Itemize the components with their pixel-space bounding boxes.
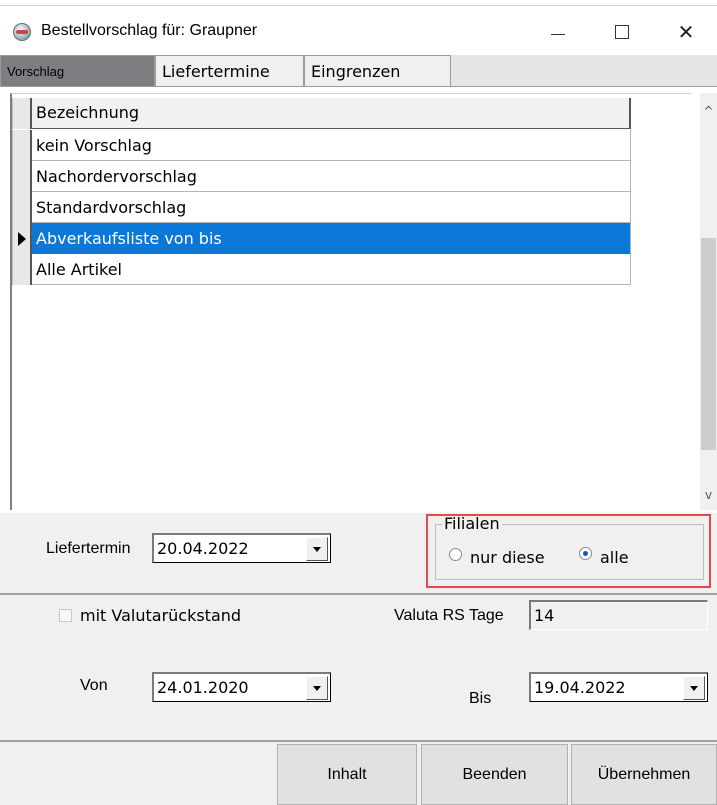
beenden-button[interactable]: Beenden xyxy=(421,744,568,805)
valuta-rs-tage-label: Valuta RS Tage xyxy=(394,607,504,624)
liefertermin-label: Liefertermin xyxy=(46,540,131,557)
uebernehmen-button[interactable]: Übernehmen xyxy=(571,744,717,805)
inhalt-button[interactable]: Inhalt xyxy=(277,744,417,805)
bis-label: Bis xyxy=(469,690,492,707)
valuta-checkbox-label[interactable]: mit Valutarückstand xyxy=(80,606,241,625)
top-edge xyxy=(0,0,717,6)
bis-value: 19.04.2022 xyxy=(534,678,626,697)
grid-cell[interactable]: Abverkaufsliste von bis xyxy=(32,222,631,254)
von-combo[interactable]: 24.01.2020 xyxy=(152,672,331,702)
window-title: Bestellvorschlag für: Graupner xyxy=(41,22,258,39)
dropdown-arrow-icon[interactable] xyxy=(306,675,328,700)
chevron-up-icon: ^ xyxy=(703,104,714,118)
annotation-highlight-box xyxy=(426,514,711,588)
bis-combo[interactable]: 19.04.2022 xyxy=(529,672,708,702)
scroll-down-button[interactable]: v xyxy=(700,485,717,505)
maximize-button[interactable] xyxy=(599,14,645,50)
row-indicator[interactable] xyxy=(12,253,32,285)
close-icon: ✕ xyxy=(677,20,695,44)
valuta-checkbox[interactable] xyxy=(59,609,72,622)
row-indicator xyxy=(12,97,32,129)
dropdown-arrow-icon[interactable] xyxy=(683,675,705,700)
grid-cell[interactable]: Standardvorschlag xyxy=(32,191,631,223)
minimize-icon xyxy=(551,33,565,35)
row-indicator[interactable] xyxy=(12,222,32,254)
tab-label: Eingrenzen xyxy=(311,61,401,81)
dropdown-arrow-icon[interactable] xyxy=(306,536,328,561)
close-button[interactable]: ✕ xyxy=(663,14,709,50)
grid-row[interactable]: Alle Artikel xyxy=(12,253,631,285)
liefertermin-value: 20.04.2022 xyxy=(157,539,249,558)
grid-cell[interactable]: Alle Artikel xyxy=(32,253,631,285)
tab-label: Vorschlag xyxy=(7,63,65,79)
row-indicator[interactable] xyxy=(12,129,32,161)
tab-vorschlag[interactable]: Vorschlag xyxy=(0,55,155,87)
minimize-button[interactable] xyxy=(535,14,581,50)
chevron-down-icon: v xyxy=(704,488,713,502)
row-indicator[interactable] xyxy=(12,160,32,192)
tab-liefertermine[interactable]: Liefertermine xyxy=(155,55,304,87)
app-icon xyxy=(13,23,31,41)
column-header-bezeichnung[interactable]: Bezeichnung xyxy=(32,97,631,129)
vertical-scrollbar[interactable]: ^ v xyxy=(700,93,717,510)
grid-row[interactable]: kein Vorschlag xyxy=(12,129,631,161)
grid-row-selected[interactable]: Abverkaufsliste von bis xyxy=(12,222,631,254)
liefertermin-combo[interactable]: 20.04.2022 xyxy=(152,533,331,563)
grid-row[interactable]: Nachordervorschlag xyxy=(12,160,631,192)
row-indicator[interactable] xyxy=(12,191,32,223)
tab-strip: Vorschlag Liefertermine Eingrenzen xyxy=(0,55,717,87)
scrollbar-thumb[interactable] xyxy=(701,238,716,450)
scroll-up-button[interactable]: ^ xyxy=(700,101,717,121)
tab-eingrenzen[interactable]: Eingrenzen xyxy=(304,55,451,87)
tab-label: Liefertermine xyxy=(162,61,270,81)
von-label: Von xyxy=(80,677,108,694)
grid-cell[interactable]: kein Vorschlag xyxy=(32,129,631,161)
valuta-rs-tage-field[interactable]: 14 xyxy=(529,600,708,630)
grid-row[interactable]: Standardvorschlag xyxy=(12,191,631,223)
grid-header-row: Bezeichnung xyxy=(12,97,631,129)
vorschlag-grid: Bezeichnung kein Vorschlag Nachordervors… xyxy=(10,93,691,510)
maximize-icon xyxy=(615,25,629,39)
grid-cell[interactable]: Nachordervorschlag xyxy=(32,160,631,192)
current-row-pointer-icon xyxy=(18,231,26,246)
von-value: 24.01.2020 xyxy=(157,678,249,697)
